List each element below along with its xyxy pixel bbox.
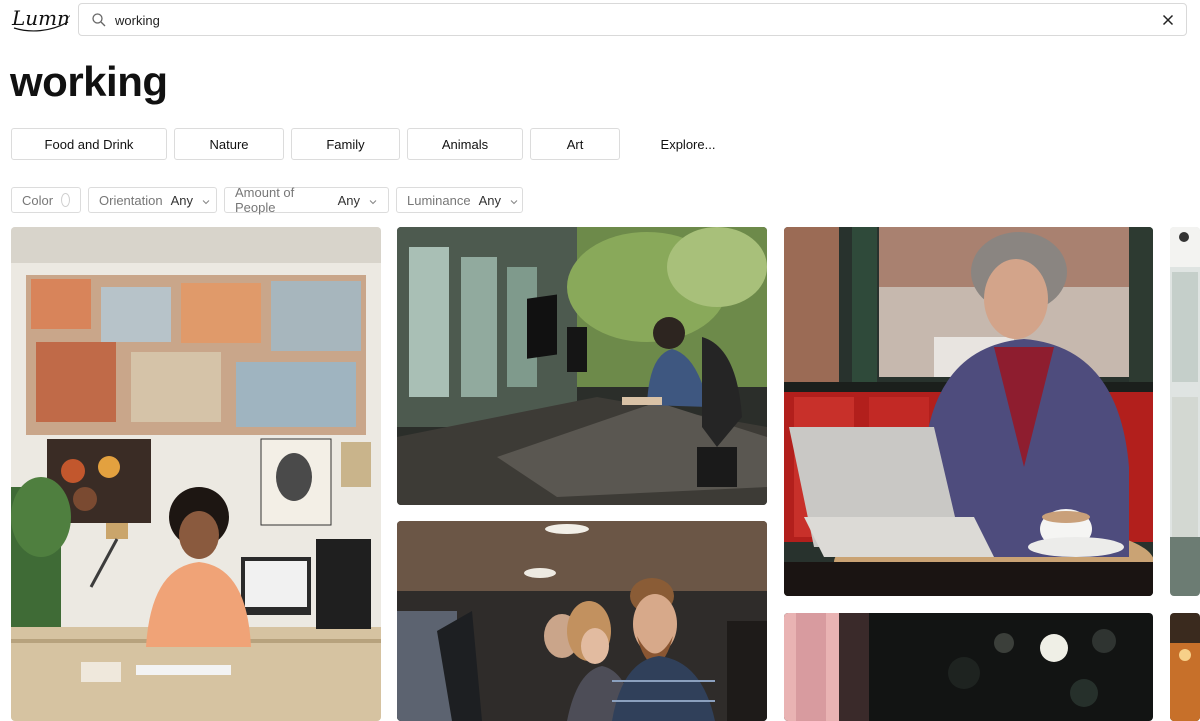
search-icon [91,12,107,28]
filter-value: Any [337,192,360,208]
category-chip-food-and-drink[interactable]: Food and Drink [11,128,167,160]
logo-text: Lummi [11,6,70,30]
photo-card-man-office-computers[interactable] [397,227,767,505]
filter-label: Orientation [99,192,163,208]
people-filter[interactable]: Amount of People Any [224,185,389,215]
filter-label: Amount of People [235,185,295,215]
photo-card-woman-art-studio[interactable] [11,227,381,721]
explore-link[interactable]: Explore... [648,128,728,160]
photo-card-partial-warm[interactable] [1170,613,1200,721]
photo-card-dark-bokeh[interactable] [784,613,1153,721]
chevron-down-icon [509,195,519,205]
filter-value: Any [170,192,193,208]
photo-image [397,521,767,721]
photo-card-man-laptop-cafe[interactable] [784,227,1153,596]
category-chip-animals[interactable]: Animals [407,128,523,160]
photo-image [397,227,767,505]
color-swatch-icon [61,193,70,207]
category-chip-art[interactable]: Art [530,128,620,160]
photo-image [784,613,1153,721]
category-chip-family[interactable]: Family [291,128,400,160]
page-title: working [10,58,168,105]
photo-image [784,227,1153,596]
close-icon[interactable] [1160,12,1176,28]
photo-image [11,227,381,721]
luminance-filter[interactable]: Luminance Any [396,187,523,213]
search-bar[interactable]: working [78,3,1187,36]
filter-label: Color [22,192,54,208]
photo-card-team-at-computers[interactable] [397,521,767,721]
filter-label: Luminance [407,192,471,208]
photo-image [1170,613,1200,721]
chevron-down-icon [368,195,378,205]
orientation-filter[interactable]: Orientation Any [88,187,217,213]
chevron-down-icon [201,195,211,205]
photo-card-partial-office-window[interactable] [1170,227,1200,596]
photo-image [1170,227,1200,596]
category-chip-nature[interactable]: Nature [174,128,284,160]
lummi-logo[interactable]: Lummi [10,4,83,34]
color-filter[interactable]: Color [11,187,81,213]
search-input[interactable]: working [115,13,160,28]
filter-value: Any [478,192,502,208]
